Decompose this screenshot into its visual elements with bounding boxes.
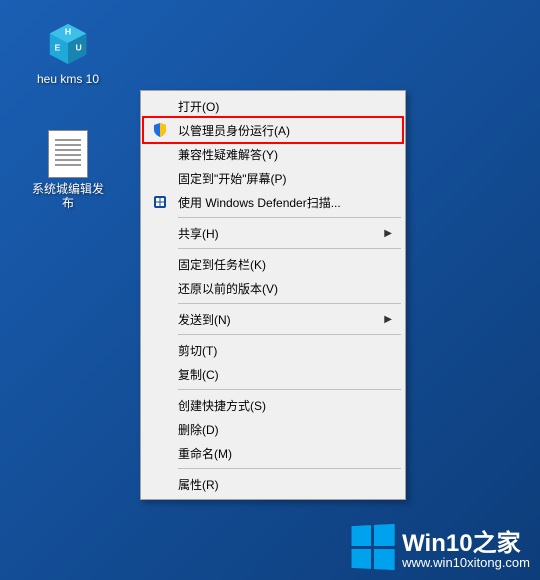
watermark-text: Win10之家 www.win10xitong.com bbox=[402, 523, 530, 570]
desktop[interactable]: H E U heu kms 10 系统城编辑发布 打开(O) 以管理员身份运行( bbox=[0, 0, 540, 580]
desktop-icon-label: heu kms 10 bbox=[30, 72, 106, 86]
blank-icon bbox=[150, 364, 170, 384]
menu-item-label: 以管理员身份运行(A) bbox=[178, 122, 372, 139]
menu-item-label: 创建快捷方式(S) bbox=[178, 397, 372, 414]
blank-icon bbox=[150, 144, 170, 164]
text-file-icon bbox=[44, 130, 92, 178]
menu-item-share[interactable]: 共享(H) ▶ bbox=[144, 221, 402, 245]
menu-item-label: 重命名(M) bbox=[178, 445, 372, 462]
menu-item-run-as-admin[interactable]: 以管理员身份运行(A) bbox=[144, 118, 402, 142]
menu-item-label: 固定到任务栏(K) bbox=[178, 256, 372, 273]
watermark-url: www.win10xitong.com bbox=[402, 555, 530, 570]
blank-icon bbox=[150, 419, 170, 439]
menu-item-rename[interactable]: 重命名(M) bbox=[144, 441, 402, 465]
desktop-icon-heu-kms[interactable]: H E U heu kms 10 bbox=[30, 20, 106, 86]
chevron-right-icon: ▶ bbox=[384, 314, 392, 325]
menu-separator bbox=[178, 217, 401, 218]
menu-separator bbox=[178, 468, 401, 469]
menu-item-label: 发送到(N) bbox=[178, 311, 372, 328]
menu-item-send-to[interactable]: 发送到(N) ▶ bbox=[144, 307, 402, 331]
menu-item-compat-troubleshoot[interactable]: 兼容性疑难解答(Y) bbox=[144, 142, 402, 166]
heu-kms-icon: H E U bbox=[44, 20, 92, 68]
menu-item-label: 删除(D) bbox=[178, 421, 372, 438]
menu-item-restore-prev[interactable]: 还原以前的版本(V) bbox=[144, 276, 402, 300]
menu-item-label: 共享(H) bbox=[178, 225, 372, 242]
menu-item-label: 固定到"开始"屏幕(P) bbox=[178, 170, 372, 187]
menu-item-label: 属性(R) bbox=[178, 476, 372, 493]
blank-icon bbox=[150, 223, 170, 243]
context-menu: 打开(O) 以管理员身份运行(A) 兼容性疑难解答(Y) 固定到"开始"屏幕(P… bbox=[140, 90, 406, 500]
blank-icon bbox=[150, 395, 170, 415]
desktop-icon-label: 系统城编辑发布 bbox=[30, 182, 106, 211]
menu-item-properties[interactable]: 属性(R) bbox=[144, 472, 402, 496]
blank-icon bbox=[150, 278, 170, 298]
menu-item-open[interactable]: 打开(O) bbox=[144, 94, 402, 118]
blank-icon bbox=[150, 96, 170, 116]
blank-icon bbox=[150, 168, 170, 188]
blank-icon bbox=[150, 474, 170, 494]
shield-icon bbox=[150, 120, 170, 140]
blank-icon bbox=[150, 309, 170, 329]
menu-item-copy[interactable]: 复制(C) bbox=[144, 362, 402, 386]
chevron-right-icon: ▶ bbox=[384, 228, 392, 239]
menu-item-label: 兼容性疑难解答(Y) bbox=[178, 146, 372, 163]
desktop-icon-txt-file[interactable]: 系统城编辑发布 bbox=[30, 130, 106, 211]
menu-item-label: 还原以前的版本(V) bbox=[178, 280, 372, 297]
menu-item-label: 使用 Windows Defender扫描... bbox=[178, 194, 372, 211]
watermark: Win10之家 www.win10xitong.com bbox=[350, 523, 530, 570]
menu-separator bbox=[178, 389, 401, 390]
watermark-title: Win10之家 bbox=[402, 530, 520, 557]
menu-item-pin-taskbar[interactable]: 固定到任务栏(K) bbox=[144, 252, 402, 276]
menu-item-create-shortcut[interactable]: 创建快捷方式(S) bbox=[144, 393, 402, 417]
menu-item-delete[interactable]: 删除(D) bbox=[144, 417, 402, 441]
svg-text:H: H bbox=[65, 26, 71, 36]
menu-item-defender-scan[interactable]: 使用 Windows Defender扫描... bbox=[144, 190, 402, 214]
blank-icon bbox=[150, 254, 170, 274]
menu-item-pin-start[interactable]: 固定到"开始"屏幕(P) bbox=[144, 166, 402, 190]
svg-text:U: U bbox=[75, 43, 81, 53]
windows-logo-icon bbox=[352, 523, 395, 569]
menu-separator bbox=[178, 303, 401, 304]
menu-item-label: 复制(C) bbox=[178, 366, 372, 383]
svg-text:E: E bbox=[55, 43, 61, 53]
menu-item-cut[interactable]: 剪切(T) bbox=[144, 338, 402, 362]
menu-item-label: 剪切(T) bbox=[178, 342, 372, 359]
blank-icon bbox=[150, 340, 170, 360]
blank-icon bbox=[150, 443, 170, 463]
menu-separator bbox=[178, 334, 401, 335]
menu-item-label: 打开(O) bbox=[178, 98, 372, 115]
menu-separator bbox=[178, 248, 401, 249]
defender-icon bbox=[150, 192, 170, 212]
